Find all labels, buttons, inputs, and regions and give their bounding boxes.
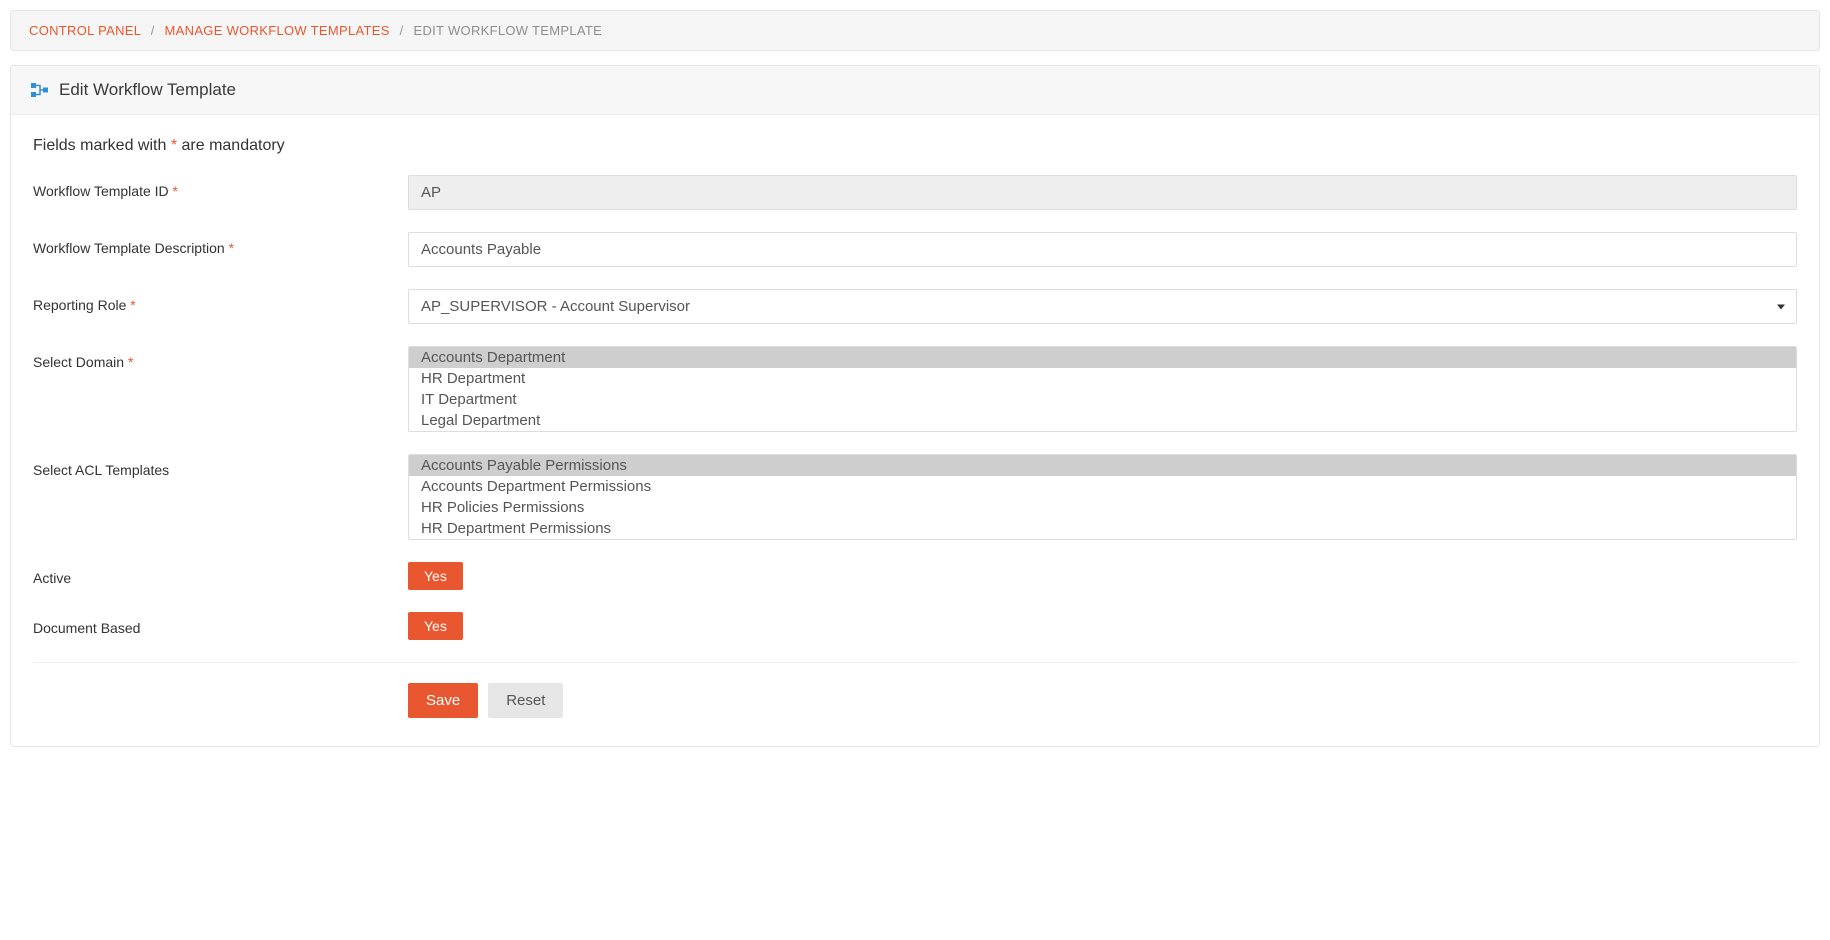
active-toggle[interactable]: Yes bbox=[408, 562, 463, 590]
label-template-desc: Workflow Template Description * bbox=[33, 232, 408, 256]
label-document-based: Document Based bbox=[33, 612, 408, 636]
mandatory-note-prefix: Fields marked with bbox=[33, 137, 171, 154]
row-template-desc: Workflow Template Description * bbox=[33, 232, 1797, 267]
panel-body: Fields marked with * are mandatory Workf… bbox=[11, 115, 1819, 746]
select-acl-multiselect[interactable]: Accounts Payable Permissions Accounts De… bbox=[408, 454, 1797, 540]
label-reporting-role: Reporting Role * bbox=[33, 289, 408, 313]
panel-header: Edit Workflow Template bbox=[11, 66, 1819, 115]
row-select-domain: Select Domain * Accounts Department HR D… bbox=[33, 346, 1797, 432]
label-text: Reporting Role bbox=[33, 297, 126, 313]
list-item[interactable]: Legal Department bbox=[409, 410, 1796, 431]
mandatory-note: Fields marked with * are mandatory bbox=[33, 137, 1797, 155]
breadcrumb-separator: / bbox=[151, 23, 155, 38]
label-text: Workflow Template ID bbox=[33, 183, 169, 199]
breadcrumb: CONTROL PANEL / MANAGE WORKFLOW TEMPLATE… bbox=[10, 10, 1820, 51]
row-select-acl: Select ACL Templates Accounts Payable Pe… bbox=[33, 454, 1797, 540]
edit-workflow-panel: Edit Workflow Template Fields marked wit… bbox=[10, 65, 1820, 747]
label-select-acl: Select ACL Templates bbox=[33, 454, 408, 478]
workflow-icon bbox=[31, 81, 49, 99]
template-id-input bbox=[408, 175, 1797, 210]
required-star-icon: * bbox=[229, 240, 234, 256]
breadcrumb-current: EDIT WORKFLOW TEMPLATE bbox=[413, 23, 602, 38]
breadcrumb-link-manage-workflow-templates[interactable]: MANAGE WORKFLOW TEMPLATES bbox=[165, 23, 390, 38]
required-star-icon: * bbox=[130, 297, 135, 313]
list-item[interactable]: Accounts Department bbox=[409, 347, 1796, 368]
label-select-domain: Select Domain * bbox=[33, 346, 408, 370]
label-text: Select ACL Templates bbox=[33, 462, 169, 478]
required-star-icon: * bbox=[128, 354, 133, 370]
label-template-id: Workflow Template ID * bbox=[33, 175, 408, 199]
label-text: Active bbox=[33, 570, 71, 586]
list-item[interactable]: Accounts Department Permissions bbox=[409, 476, 1796, 497]
form-actions: Save Reset bbox=[408, 683, 1797, 718]
label-text: Workflow Template Description bbox=[33, 240, 225, 256]
reporting-role-select[interactable]: AP_SUPERVISOR - Account Supervisor bbox=[408, 289, 1797, 324]
label-text: Select Domain bbox=[33, 354, 124, 370]
mandatory-note-suffix: are mandatory bbox=[177, 137, 285, 154]
divider bbox=[33, 662, 1797, 663]
list-item[interactable]: Accounts Payable Permissions bbox=[409, 455, 1796, 476]
breadcrumb-separator: / bbox=[400, 23, 404, 38]
list-item[interactable]: HR Department bbox=[409, 368, 1796, 389]
document-based-toggle[interactable]: Yes bbox=[408, 612, 463, 640]
label-active: Active bbox=[33, 562, 408, 586]
panel-title: Edit Workflow Template bbox=[59, 80, 236, 100]
select-domain-multiselect[interactable]: Accounts Department HR Department IT Dep… bbox=[408, 346, 1797, 432]
list-item[interactable]: HR Policies Permissions bbox=[409, 497, 1796, 518]
required-star-icon: * bbox=[173, 183, 178, 199]
row-active: Active Yes bbox=[33, 562, 1797, 590]
save-button[interactable]: Save bbox=[408, 683, 478, 718]
template-desc-input[interactable] bbox=[408, 232, 1797, 267]
row-reporting-role: Reporting Role * AP_SUPERVISOR - Account… bbox=[33, 289, 1797, 324]
list-item[interactable]: IT Department bbox=[409, 389, 1796, 410]
row-document-based: Document Based Yes bbox=[33, 612, 1797, 640]
reset-button[interactable]: Reset bbox=[488, 683, 563, 718]
label-text: Document Based bbox=[33, 620, 140, 636]
list-item[interactable]: HR Department Permissions bbox=[409, 518, 1796, 539]
breadcrumb-link-control-panel[interactable]: CONTROL PANEL bbox=[29, 23, 141, 38]
row-template-id: Workflow Template ID * bbox=[33, 175, 1797, 210]
